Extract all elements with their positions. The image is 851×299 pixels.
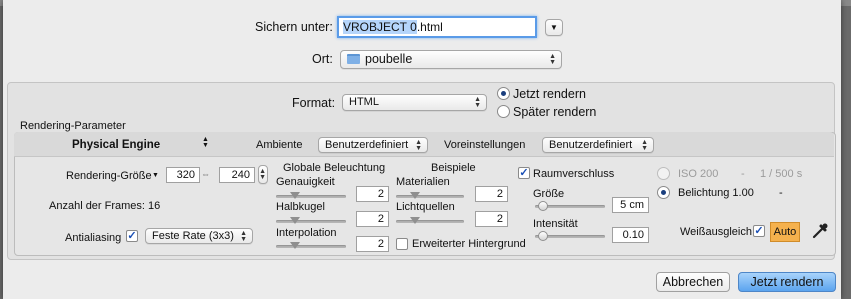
materials-slider-track[interactable] xyxy=(396,195,464,198)
ambiente-value: Benutzerdefiniert xyxy=(325,139,409,151)
format-value: HTML xyxy=(349,96,379,108)
link-ratio-icon[interactable]: ⇔ xyxy=(201,169,210,179)
materials-field[interactable]: 2 xyxy=(475,186,508,202)
updown-arrows-icon: ▲ ▼ xyxy=(641,139,648,152)
occlusion-size-label: Größe xyxy=(533,188,565,200)
global-illumination-title: Globale Beleuchtung xyxy=(283,162,386,174)
white-balance-checkbox[interactable]: ✓ xyxy=(753,225,765,237)
exposure-radio[interactable] xyxy=(657,186,670,199)
lights-slider-knob[interactable] xyxy=(410,217,420,224)
rendering-params-title: Rendering-Parameter xyxy=(20,120,126,132)
antialiasing-checkbox[interactable]: ✓ xyxy=(126,230,138,242)
engine-updown-icon[interactable]: ▲ ▼ xyxy=(202,136,209,149)
white-balance-auto-button[interactable]: Auto xyxy=(770,222,800,242)
render-later-radio[interactable] xyxy=(497,105,510,118)
render-now-label: Jetzt rendern xyxy=(513,87,586,101)
interpolation-slider-track[interactable] xyxy=(276,245,346,248)
triangle-down-icon[interactable]: ▼ xyxy=(152,172,159,179)
lights-label: Lichtquellen xyxy=(396,201,455,213)
white-balance-label: Weißausgleich xyxy=(680,226,752,238)
ambiente-label: Ambiente xyxy=(256,139,303,151)
hemisphere-label: Halbkugel xyxy=(276,201,325,213)
iso-label: ISO 200 xyxy=(678,168,719,180)
updown-arrows-icon: ▲ ▼ xyxy=(549,53,556,66)
eyedropper-icon[interactable] xyxy=(811,222,829,240)
cancel-button[interactable]: Abbrechen xyxy=(656,272,730,292)
accuracy-slider-knob[interactable] xyxy=(290,192,300,199)
folder-icon xyxy=(347,54,360,64)
render-width-field[interactable]: 320 xyxy=(166,167,200,183)
render-now-radio[interactable] xyxy=(497,87,510,100)
presets-value: Benutzerdefiniert xyxy=(549,139,633,151)
antialiasing-label: Antialiasing xyxy=(65,232,122,244)
updown-arrows-icon: ▲ ▼ xyxy=(240,230,247,243)
occlusion-intensity-label: Intensität xyxy=(533,218,578,230)
format-label: Format: xyxy=(292,96,336,110)
engine-name[interactable]: Physical Engine xyxy=(72,139,160,151)
save-as-field[interactable]: VROBJECT 0.html xyxy=(337,16,537,38)
hemisphere-slider-knob[interactable] xyxy=(290,217,300,224)
expand-dialog-button[interactable]: ▼ xyxy=(545,19,563,36)
hemisphere-field[interactable]: 2 xyxy=(356,211,389,227)
antialiasing-value: Feste Rate (3x3) xyxy=(152,230,234,242)
exposure-dash: - xyxy=(779,187,783,199)
exposure-label: Belichtung 1.00 xyxy=(678,187,754,199)
render-size-label[interactable]: Rendering-Größe xyxy=(66,170,152,182)
materials-label: Materialien xyxy=(396,176,450,188)
antialiasing-select[interactable]: Feste Rate (3x3) ▲ ▼ xyxy=(145,228,253,244)
accuracy-label: Genauigkeit xyxy=(276,176,335,188)
iso-dash: - xyxy=(741,168,745,180)
lights-field[interactable]: 2 xyxy=(475,211,508,227)
occlusion-intensity-slider-knob[interactable] xyxy=(538,231,548,241)
render-now-button[interactable]: Jetzt rendern xyxy=(738,272,836,292)
location-label: Ort: xyxy=(312,52,333,66)
ambiente-select[interactable]: Benutzerdefiniert ▲ ▼ xyxy=(318,137,428,153)
save-as-selected-text: VROBJECT 0 xyxy=(343,20,417,34)
shutter-label: 1 / 500 s xyxy=(760,168,803,180)
occlusion-size-slider-knob[interactable] xyxy=(538,201,548,211)
occlusion-checkbox[interactable]: ✓ xyxy=(518,167,530,179)
format-select[interactable]: HTML ▲ ▼ xyxy=(342,94,487,111)
hemisphere-slider-track[interactable] xyxy=(276,220,346,223)
frames-count-label: Anzahl der Frames: 16 xyxy=(49,200,161,212)
occlusion-label: Raumverschluss xyxy=(533,168,615,180)
render-height-field[interactable]: 240 xyxy=(219,167,255,183)
accuracy-slider-track[interactable] xyxy=(276,195,346,198)
save-as-label: Sichern unter: xyxy=(255,20,333,34)
presets-label: Voreinstellungen xyxy=(444,139,526,151)
updown-arrows-icon: ▲ ▼ xyxy=(259,168,266,181)
save-as-extension-text: .html xyxy=(416,20,443,34)
lights-slider-track[interactable] xyxy=(396,220,464,223)
extended-background-checkbox[interactable] xyxy=(396,238,408,250)
iso-radio[interactable] xyxy=(657,167,670,180)
location-value: poubelle xyxy=(365,52,413,66)
occlusion-size-field[interactable]: 5 cm xyxy=(612,197,649,213)
examples-title: Beispiele xyxy=(431,162,476,174)
size-preset-stepper[interactable]: ▲ ▼ xyxy=(258,165,268,184)
chevron-down-icon: ▼ xyxy=(550,23,558,32)
accuracy-field[interactable]: 2 xyxy=(356,186,389,202)
updown-arrows-icon: ▲ ▼ xyxy=(474,96,481,109)
updown-arrows-icon: ▲ ▼ xyxy=(415,139,422,152)
presets-select[interactable]: Benutzerdefiniert ▲ ▼ xyxy=(542,137,654,153)
materials-slider-knob[interactable] xyxy=(410,192,420,199)
render-later-label: Später rendern xyxy=(513,105,597,119)
location-select[interactable]: poubelle ▲ ▼ xyxy=(340,50,562,69)
extended-background-label: Erweiterter Hintergrund xyxy=(412,238,526,250)
occlusion-intensity-field[interactable]: 0.10 xyxy=(612,227,649,243)
interpolation-field[interactable]: 2 xyxy=(356,236,389,252)
interpolation-slider-knob[interactable] xyxy=(290,242,300,249)
interpolation-label: Interpolation xyxy=(276,227,337,239)
